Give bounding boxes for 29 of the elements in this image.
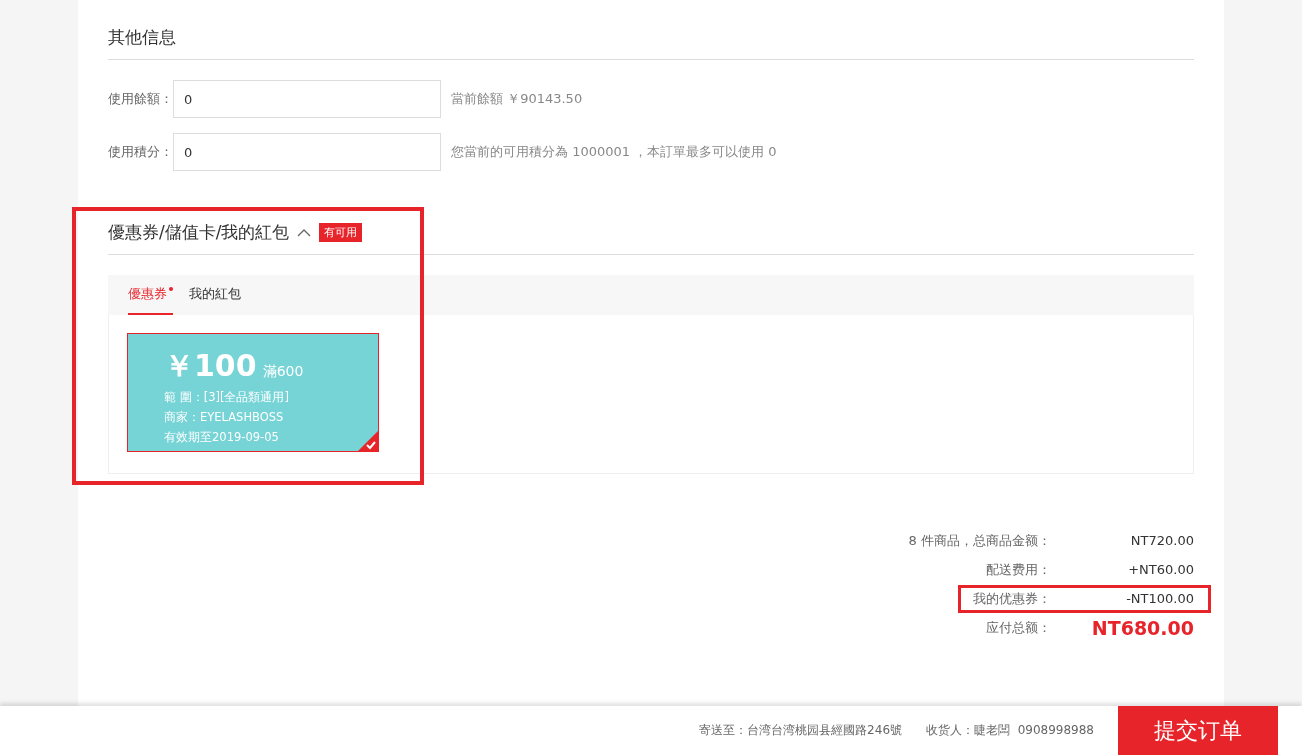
summary-value: +NT60.00 [1127, 562, 1194, 577]
coupon-expiry: 有效期至2019-09-05 [164, 429, 279, 446]
tab[interactable]: 我的紅包 [189, 275, 247, 315]
summary-value: NT720.00 [1129, 533, 1194, 548]
receiver-info: 收货人：睫老闆 0908998988 [926, 722, 1094, 739]
chevron-icon[interactable] [297, 227, 312, 238]
summary-value: NT680.00 [1090, 616, 1194, 639]
input-field[interactable]: 0 [173, 133, 441, 171]
input-field[interactable]: 0 [173, 80, 441, 118]
field-label: 使用積分： [108, 143, 173, 161]
check-icon [358, 431, 378, 451]
submit-order-button[interactable]: 提交订单 [1118, 706, 1278, 755]
summary-label: 应付总额： [986, 618, 1051, 637]
section-title: 其他信息 [108, 26, 1194, 60]
summary-label: 配送费用： [986, 560, 1051, 579]
coupon-merchant: 商家：EYELASHBOSS [164, 409, 284, 426]
summary-value: -NT100.00 [1125, 591, 1194, 606]
section-title: 優惠券/儲值卡/我的紅包 [108, 221, 290, 244]
shipping-address: 寄送至：台湾台湾桃园县經國路246號 [699, 722, 902, 739]
field-note: 您當前的可用積分為 1000001 ，本訂單最多可以使用 0 [451, 143, 777, 161]
available-badge: 有可用 [319, 223, 363, 242]
summary-label: 8 件商品，总商品金额： [908, 531, 1051, 550]
tab[interactable]: 優惠券 [128, 275, 173, 315]
coupon-scope: 範 圍：[3][全品類通用] [164, 389, 289, 406]
coupon-condition: 滿600 [262, 363, 304, 379]
summary-label: 我的优惠券： [973, 589, 1051, 608]
field-note: 當前餘額 ￥90143.50 [451, 90, 583, 108]
field-label: 使用餘額： [108, 90, 173, 108]
coupon-amount: ￥100 [164, 348, 257, 383]
